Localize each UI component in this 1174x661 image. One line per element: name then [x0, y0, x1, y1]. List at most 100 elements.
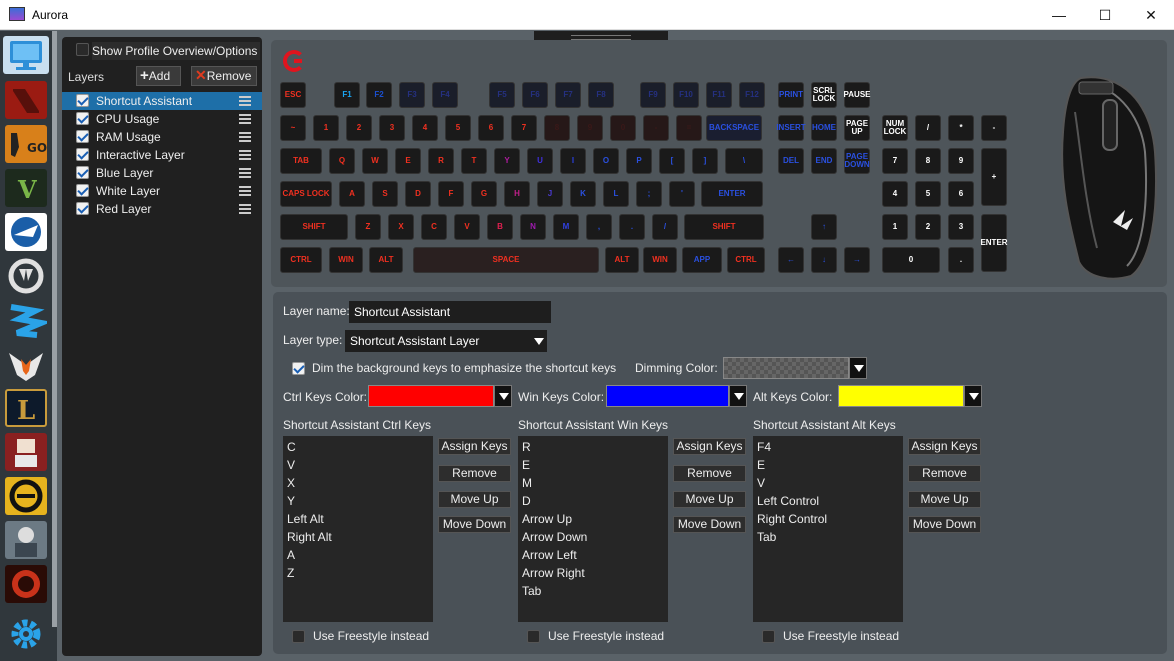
key-w[interactable]: W: [362, 148, 388, 174]
key-h[interactable]: H: [504, 181, 530, 207]
key-r[interactable]: R: [428, 148, 454, 174]
key-end[interactable]: END: [811, 148, 837, 174]
gta-v-profile-icon[interactable]: V: [5, 169, 47, 207]
key-d[interactable]: D: [405, 181, 431, 207]
list-item[interactable]: M: [522, 476, 532, 490]
move-down-button[interactable]: Move Down: [438, 516, 511, 533]
list-item[interactable]: Tab: [522, 584, 541, 598]
key-f[interactable]: F: [438, 181, 464, 207]
key-8[interactable]: 8: [915, 148, 941, 174]
the-division-profile-icon[interactable]: [5, 345, 47, 383]
layer-item[interactable]: CPU Usage: [62, 110, 262, 128]
freestyle-checkbox[interactable]: [762, 629, 775, 644]
drag-handle-icon[interactable]: [239, 150, 251, 160]
freestyle-check[interactable]: [762, 630, 775, 644]
key-6[interactable]: 6: [948, 181, 974, 207]
key-f8[interactable]: F8: [588, 82, 614, 108]
layer-name-input[interactable]: Shortcut Assistant: [349, 301, 551, 323]
key-3[interactable]: 3: [948, 214, 974, 240]
key-alt[interactable]: ALT: [605, 247, 639, 273]
key-k[interactable]: K: [570, 181, 596, 207]
key-4[interactable]: 4: [882, 181, 908, 207]
dimming-color-swatch[interactable]: [723, 357, 849, 379]
list-item[interactable]: Left Control: [757, 494, 819, 508]
layer-item[interactable]: Blue Layer: [62, 164, 262, 182]
key-t[interactable]: T: [461, 148, 487, 174]
key-i[interactable]: I: [560, 148, 586, 174]
remove-key-button[interactable]: Remove: [908, 465, 981, 482]
key-j[interactable]: J: [537, 181, 563, 207]
key-a[interactable]: A: [339, 181, 365, 207]
league-of-legends-profile-icon[interactable]: L: [5, 389, 47, 427]
layer-item[interactable]: White Layer: [62, 182, 262, 200]
key-f7[interactable]: F7: [555, 82, 581, 108]
assign-keys-button[interactable]: Assign Keys: [673, 438, 746, 455]
key-m[interactable]: M: [553, 214, 579, 240]
key-shift[interactable]: SHIFT: [684, 214, 764, 240]
move-up-button[interactable]: Move Up: [438, 491, 511, 508]
key-5[interactable]: 5: [915, 181, 941, 207]
key-page-up[interactable]: PAGE UP: [844, 115, 870, 141]
key-f10[interactable]: F10: [673, 82, 699, 108]
key-c[interactable]: C: [421, 214, 447, 240]
key-z[interactable]: Z: [355, 214, 381, 240]
key-[interactable]: ~: [280, 115, 306, 141]
key-pause[interactable]: PAUSE: [844, 82, 870, 108]
key-[interactable]: →: [844, 247, 870, 273]
win-keys-list[interactable]: R E M D Arrow Up Arrow Down Arrow Left A…: [518, 436, 668, 622]
key-9[interactable]: 9: [948, 148, 974, 174]
layer-checkbox[interactable]: [76, 148, 89, 161]
key-4[interactable]: 4: [412, 115, 438, 141]
freestyle-checkbox[interactable]: [292, 629, 305, 644]
key-7[interactable]: 7: [882, 148, 908, 174]
list-item[interactable]: Right Alt: [287, 530, 332, 544]
key-scrl-lock[interactable]: SCRL LOCK: [811, 82, 837, 108]
list-item[interactable]: Arrow Up: [522, 512, 572, 526]
key-2[interactable]: 2: [346, 115, 372, 141]
key-shift[interactable]: SHIFT: [280, 214, 348, 240]
key-ctrl[interactable]: CTRL: [280, 247, 322, 273]
freestyle-checkbox[interactable]: [527, 629, 540, 644]
assign-keys-button[interactable]: Assign Keys: [438, 438, 511, 455]
assign-keys-button[interactable]: Assign Keys: [908, 438, 981, 455]
key-f12[interactable]: F12: [739, 82, 765, 108]
key-0[interactable]: 0: [882, 247, 940, 273]
key-6[interactable]: 6: [478, 115, 504, 141]
chevron-down-icon[interactable]: [529, 330, 547, 352]
key-insert[interactable]: INSERT: [776, 115, 806, 141]
key-q[interactable]: Q: [329, 148, 355, 174]
list-item[interactable]: Right Control: [757, 512, 827, 526]
remove-key-button[interactable]: Remove: [438, 465, 511, 482]
key-caps-lock[interactable]: CAPS LOCK: [280, 181, 332, 207]
chevron-down-icon[interactable]: [729, 385, 747, 407]
layer-item[interactable]: Red Layer: [62, 200, 262, 218]
key-y[interactable]: Y: [494, 148, 520, 174]
key-[interactable]: ↑: [811, 214, 837, 240]
minimize-button[interactable]: —: [1036, 0, 1082, 30]
key-[interactable]: \: [725, 148, 763, 174]
key-l[interactable]: L: [603, 181, 629, 207]
move-up-button[interactable]: Move Up: [908, 491, 981, 508]
drag-handle-icon[interactable]: [239, 132, 251, 142]
dim-background-checkbox[interactable]: [292, 361, 305, 376]
overview-checkbox[interactable]: [76, 43, 89, 57]
list-item[interactable]: Left Alt: [287, 512, 324, 526]
key-[interactable]: +: [981, 148, 1007, 206]
list-item[interactable]: V: [287, 458, 295, 472]
key-page-down[interactable]: PAGE DOWN: [844, 148, 870, 174]
key-3[interactable]: 3: [379, 115, 405, 141]
chevron-down-icon[interactable]: [494, 385, 512, 407]
killing-floor-profile-icon[interactable]: [5, 565, 47, 603]
key-f5[interactable]: F5: [489, 82, 515, 108]
layer-checkbox[interactable]: [76, 202, 89, 215]
freestyle-check[interactable]: [527, 630, 540, 644]
maximize-button[interactable]: ☐: [1082, 0, 1128, 30]
key-8[interactable]: 8: [544, 115, 570, 141]
list-item[interactable]: Arrow Left: [522, 548, 577, 562]
drag-handle-icon[interactable]: [239, 204, 251, 214]
key-[interactable]: ;: [636, 181, 662, 207]
key-f2[interactable]: F2: [366, 82, 392, 108]
key-f9[interactable]: F9: [640, 82, 666, 108]
chevron-down-icon[interactable]: [849, 357, 867, 379]
key-5[interactable]: 5: [445, 115, 471, 141]
